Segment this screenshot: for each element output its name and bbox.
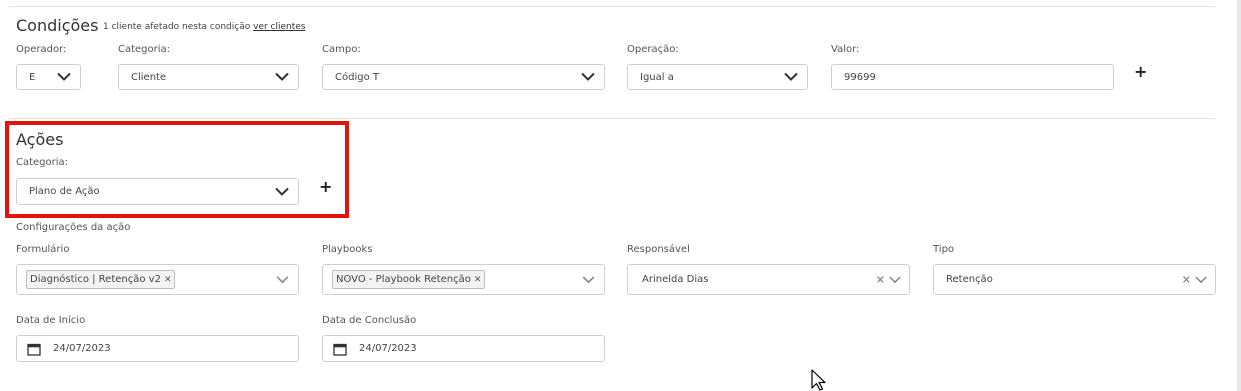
value-label: Valor: bbox=[831, 44, 860, 55]
see-clients-link[interactable]: ver clientes bbox=[253, 22, 305, 32]
chevron-down-icon bbox=[784, 72, 798, 81]
operation-label: Operação: bbox=[627, 44, 679, 55]
chevron-down-icon bbox=[276, 275, 289, 283]
form-label: Formulário bbox=[16, 244, 70, 255]
calendar-icon[interactable] bbox=[27, 343, 41, 356]
operation-select-value: Igual a bbox=[640, 71, 674, 83]
chevron-down-icon bbox=[889, 275, 901, 283]
end-date-label: Data de Conclusão bbox=[322, 315, 417, 326]
responsible-value: Arinelda Dias bbox=[642, 274, 709, 285]
category-select-value: Cliente bbox=[131, 71, 167, 83]
affected-clients-text: 1 cliente afetado nesta condição ver cli… bbox=[103, 22, 305, 32]
playbook-tag-label: NOVO - Playbook Retenção bbox=[336, 274, 471, 285]
highlight-box bbox=[5, 121, 349, 218]
operation-select[interactable]: Igual a bbox=[627, 64, 808, 90]
form-tag: Diagnóstico | Retenção v2 ✕ bbox=[26, 270, 176, 289]
playbook-tag: NOVO - Playbook Retenção ✕ bbox=[332, 270, 486, 289]
playbooks-multiselect[interactable]: NOVO - Playbook Retenção ✕ bbox=[322, 264, 605, 295]
field-select-value: Código T bbox=[335, 71, 379, 83]
responsible-select[interactable]: Arinelda Dias ✕ bbox=[627, 264, 910, 295]
form-multiselect[interactable]: Diagnóstico | Retenção v2 ✕ bbox=[16, 264, 299, 295]
chevron-down-icon bbox=[275, 72, 289, 81]
value-input[interactable]: 99699 bbox=[831, 64, 1114, 90]
chevron-down-icon bbox=[581, 72, 595, 81]
playbooks-label: Playbooks bbox=[322, 244, 373, 255]
category-select[interactable]: Cliente bbox=[118, 64, 299, 90]
mouse-cursor-icon bbox=[811, 369, 826, 391]
chevron-down-icon bbox=[1195, 275, 1207, 283]
add-condition-button[interactable]: + bbox=[1134, 64, 1147, 80]
remove-form-tag-icon[interactable]: ✕ bbox=[164, 275, 172, 285]
operator-label: Operador: bbox=[16, 44, 67, 55]
top-divider bbox=[9, 6, 1215, 7]
chevron-down-icon bbox=[57, 72, 71, 81]
operator-select[interactable]: E bbox=[16, 64, 81, 90]
field-select[interactable]: Código T bbox=[322, 64, 605, 90]
clear-type-icon[interactable]: ✕ bbox=[1182, 273, 1191, 286]
config-title: Configurações da ação bbox=[16, 222, 131, 233]
value-input-text: 99699 bbox=[844, 71, 876, 83]
chevron-down-icon bbox=[582, 275, 595, 283]
form-tag-label: Diagnóstico | Retenção v2 bbox=[30, 274, 161, 285]
section-divider bbox=[9, 118, 1215, 119]
clear-responsible-icon[interactable]: ✕ bbox=[876, 273, 885, 286]
type-select[interactable]: Retenção ✕ bbox=[933, 264, 1216, 295]
end-date-input[interactable]: 24/07/2023 bbox=[322, 335, 605, 362]
scrollbar[interactable] bbox=[1237, 0, 1241, 391]
start-date-label: Data de Início bbox=[16, 315, 86, 326]
field-label: Campo: bbox=[322, 44, 361, 55]
category-label: Categoria: bbox=[118, 44, 171, 55]
responsible-label: Responsável bbox=[627, 244, 690, 255]
operator-select-value: E bbox=[29, 71, 36, 83]
conditions-title: Condições bbox=[16, 16, 99, 35]
type-label: Tipo bbox=[933, 244, 955, 255]
calendar-icon[interactable] bbox=[333, 343, 347, 356]
remove-playbook-tag-icon[interactable]: ✕ bbox=[474, 275, 482, 285]
affected-clients-count: 1 cliente afetado nesta condição bbox=[103, 22, 251, 32]
type-value: Retenção bbox=[946, 274, 993, 285]
start-date-input[interactable]: 24/07/2023 bbox=[16, 335, 299, 362]
